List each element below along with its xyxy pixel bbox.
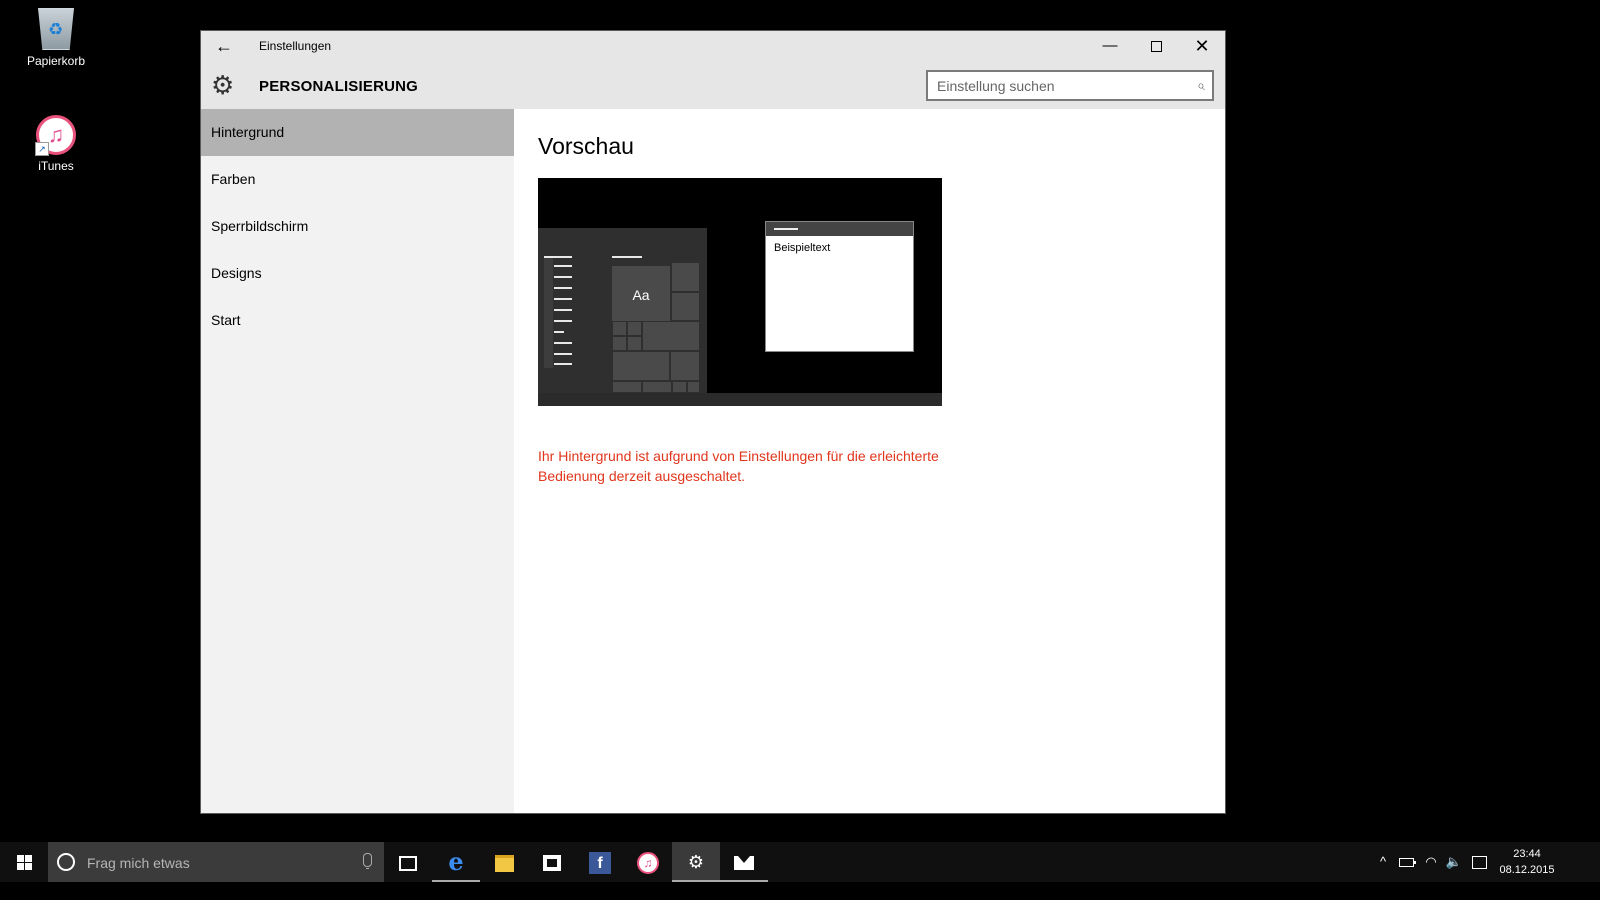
recycle-bin-icon (38, 8, 74, 50)
desktop-icon-label: iTunes (38, 159, 74, 173)
sidebar-item-start[interactable]: Start (201, 297, 514, 344)
clock[interactable]: 23:44 08.12.2015 (1498, 846, 1556, 878)
action-center-button[interactable] (1468, 842, 1490, 882)
sidebar-item-sperrbildschirm[interactable]: Sperrbildschirm (201, 203, 514, 250)
network-button[interactable]: ◠ (1420, 842, 1442, 882)
volume-button[interactable]: 🔈 (1443, 842, 1465, 882)
taskbar-file-explorer[interactable] (480, 842, 528, 882)
preview-tile (627, 321, 642, 336)
preview-line (554, 363, 572, 365)
preview-start-menu: Aa (538, 228, 707, 393)
preview-tile (612, 336, 627, 351)
desktop-icon-label: Papierkorb (26, 54, 86, 68)
preview-tile (642, 321, 700, 351)
task-view-icon (399, 855, 417, 871)
taskbar-edge[interactable]: e (432, 842, 480, 882)
taskbar-settings[interactable]: ⚙ (672, 842, 720, 882)
taskbar-itunes[interactable]: ♫ (624, 842, 672, 882)
clock-time: 23:44 (1513, 848, 1541, 860)
cortana-search[interactable] (48, 842, 384, 882)
preview-line (554, 309, 572, 311)
facebook-icon: f (589, 852, 611, 875)
search-box[interactable]: ⌕ (926, 70, 1214, 101)
store-icon (543, 855, 561, 872)
preview-window-text: Beispieltext (774, 242, 831, 254)
itunes-icon: ♫ (637, 852, 659, 875)
preview-rail (544, 258, 553, 368)
wifi-icon: ◠ (1425, 854, 1437, 869)
preview-window-titlebar (766, 222, 913, 236)
preview-line (554, 276, 572, 278)
file-explorer-icon (494, 854, 514, 872)
preview-line (554, 320, 572, 322)
preview-tile (642, 381, 672, 393)
sidebar-item-farben[interactable]: Farben (201, 156, 514, 203)
close-button[interactable]: ✕ (1179, 31, 1225, 61)
preview-taskbar (538, 393, 942, 406)
sidebar-item-designs[interactable]: Designs (201, 250, 514, 297)
battery-button[interactable] (1396, 842, 1416, 882)
settings-icon: ⚙ (687, 852, 705, 872)
cortana-search-input[interactable] (85, 848, 349, 878)
preview-line (554, 265, 572, 267)
maximize-button[interactable] (1133, 31, 1179, 61)
preview-line (544, 256, 572, 258)
preview-tile (670, 351, 700, 381)
app-title: Einstellungen (259, 39, 332, 53)
preview-tile-aa: Aa (612, 266, 670, 324)
mail-icon (734, 856, 754, 871)
sidebar: Hintergrund Farben Sperrbildschirm Desig… (201, 109, 514, 813)
settings-window: ← Einstellungen — ✕ ⚙ PERSONALISIERUNG ⌕… (200, 30, 1226, 814)
preview-tile (687, 381, 700, 393)
volume-icon: 🔈 (1445, 854, 1463, 869)
cortana-icon (57, 853, 75, 871)
preview-tile (672, 381, 687, 393)
main-content: Vorschau Aa Beispieltext Ihr Hintergrund… (514, 109, 1225, 813)
clock-date: 08.12.2015 (1499, 864, 1555, 876)
preview-tile (612, 351, 670, 381)
preview-line (554, 298, 572, 300)
notification-icon (1471, 856, 1487, 870)
preview-line (554, 287, 572, 289)
gear-icon: ⚙ (211, 70, 235, 100)
preview-tile (671, 262, 700, 292)
taskbar: e f ♫ ⚙ ^ ◠ 🔈 23:44 08.12.2015 (0, 842, 1600, 882)
desktop-icon-recycle-bin[interactable]: Papierkorb (11, 8, 101, 68)
section-heading: Vorschau (538, 133, 634, 159)
preview-tile (612, 321, 627, 336)
itunes-icon: ♫ ↗ (35, 115, 76, 156)
preview-line (612, 256, 642, 258)
title-bar: ← Einstellungen — ✕ ⚙ PERSONALISIERUNG ⌕ (201, 31, 1225, 109)
battery-icon (1398, 858, 1416, 868)
sidebar-item-hintergrund[interactable]: Hintergrund (201, 109, 514, 156)
start-button[interactable] (0, 842, 48, 882)
preview-window: Beispieltext (765, 221, 914, 352)
preview-line (554, 331, 564, 333)
page-title: PERSONALISIERUNG (259, 78, 419, 95)
accessibility-notice: Ihr Hintergrund ist aufgrund von Einstel… (538, 448, 939, 484)
preview-tile (671, 292, 700, 321)
taskbar-store[interactable] (528, 842, 576, 882)
back-button[interactable]: ← (213, 35, 235, 57)
search-icon[interactable]: ⌕ (1197, 77, 1205, 94)
taskbar-mail[interactable] (720, 842, 768, 882)
preview-tile (627, 336, 642, 351)
minimize-button[interactable]: — (1087, 31, 1133, 61)
task-view-button[interactable] (384, 842, 432, 882)
desktop-preview: Aa Beispieltext (538, 178, 942, 406)
preview-line (554, 342, 572, 344)
desktop-icon-itunes[interactable]: ♫ ↗ iTunes (11, 115, 101, 173)
edge-icon: e (448, 847, 464, 876)
microphone-icon[interactable] (363, 853, 372, 869)
preview-line (554, 353, 572, 355)
shortcut-arrow-icon: ↗ (35, 142, 49, 156)
show-hidden-icons-button[interactable]: ^ (1374, 842, 1392, 882)
maximize-icon (1150, 40, 1162, 52)
search-input[interactable] (928, 72, 1177, 99)
taskbar-facebook[interactable]: f (576, 842, 624, 882)
windows-logo-icon (17, 855, 33, 870)
preview-tile (612, 381, 642, 393)
